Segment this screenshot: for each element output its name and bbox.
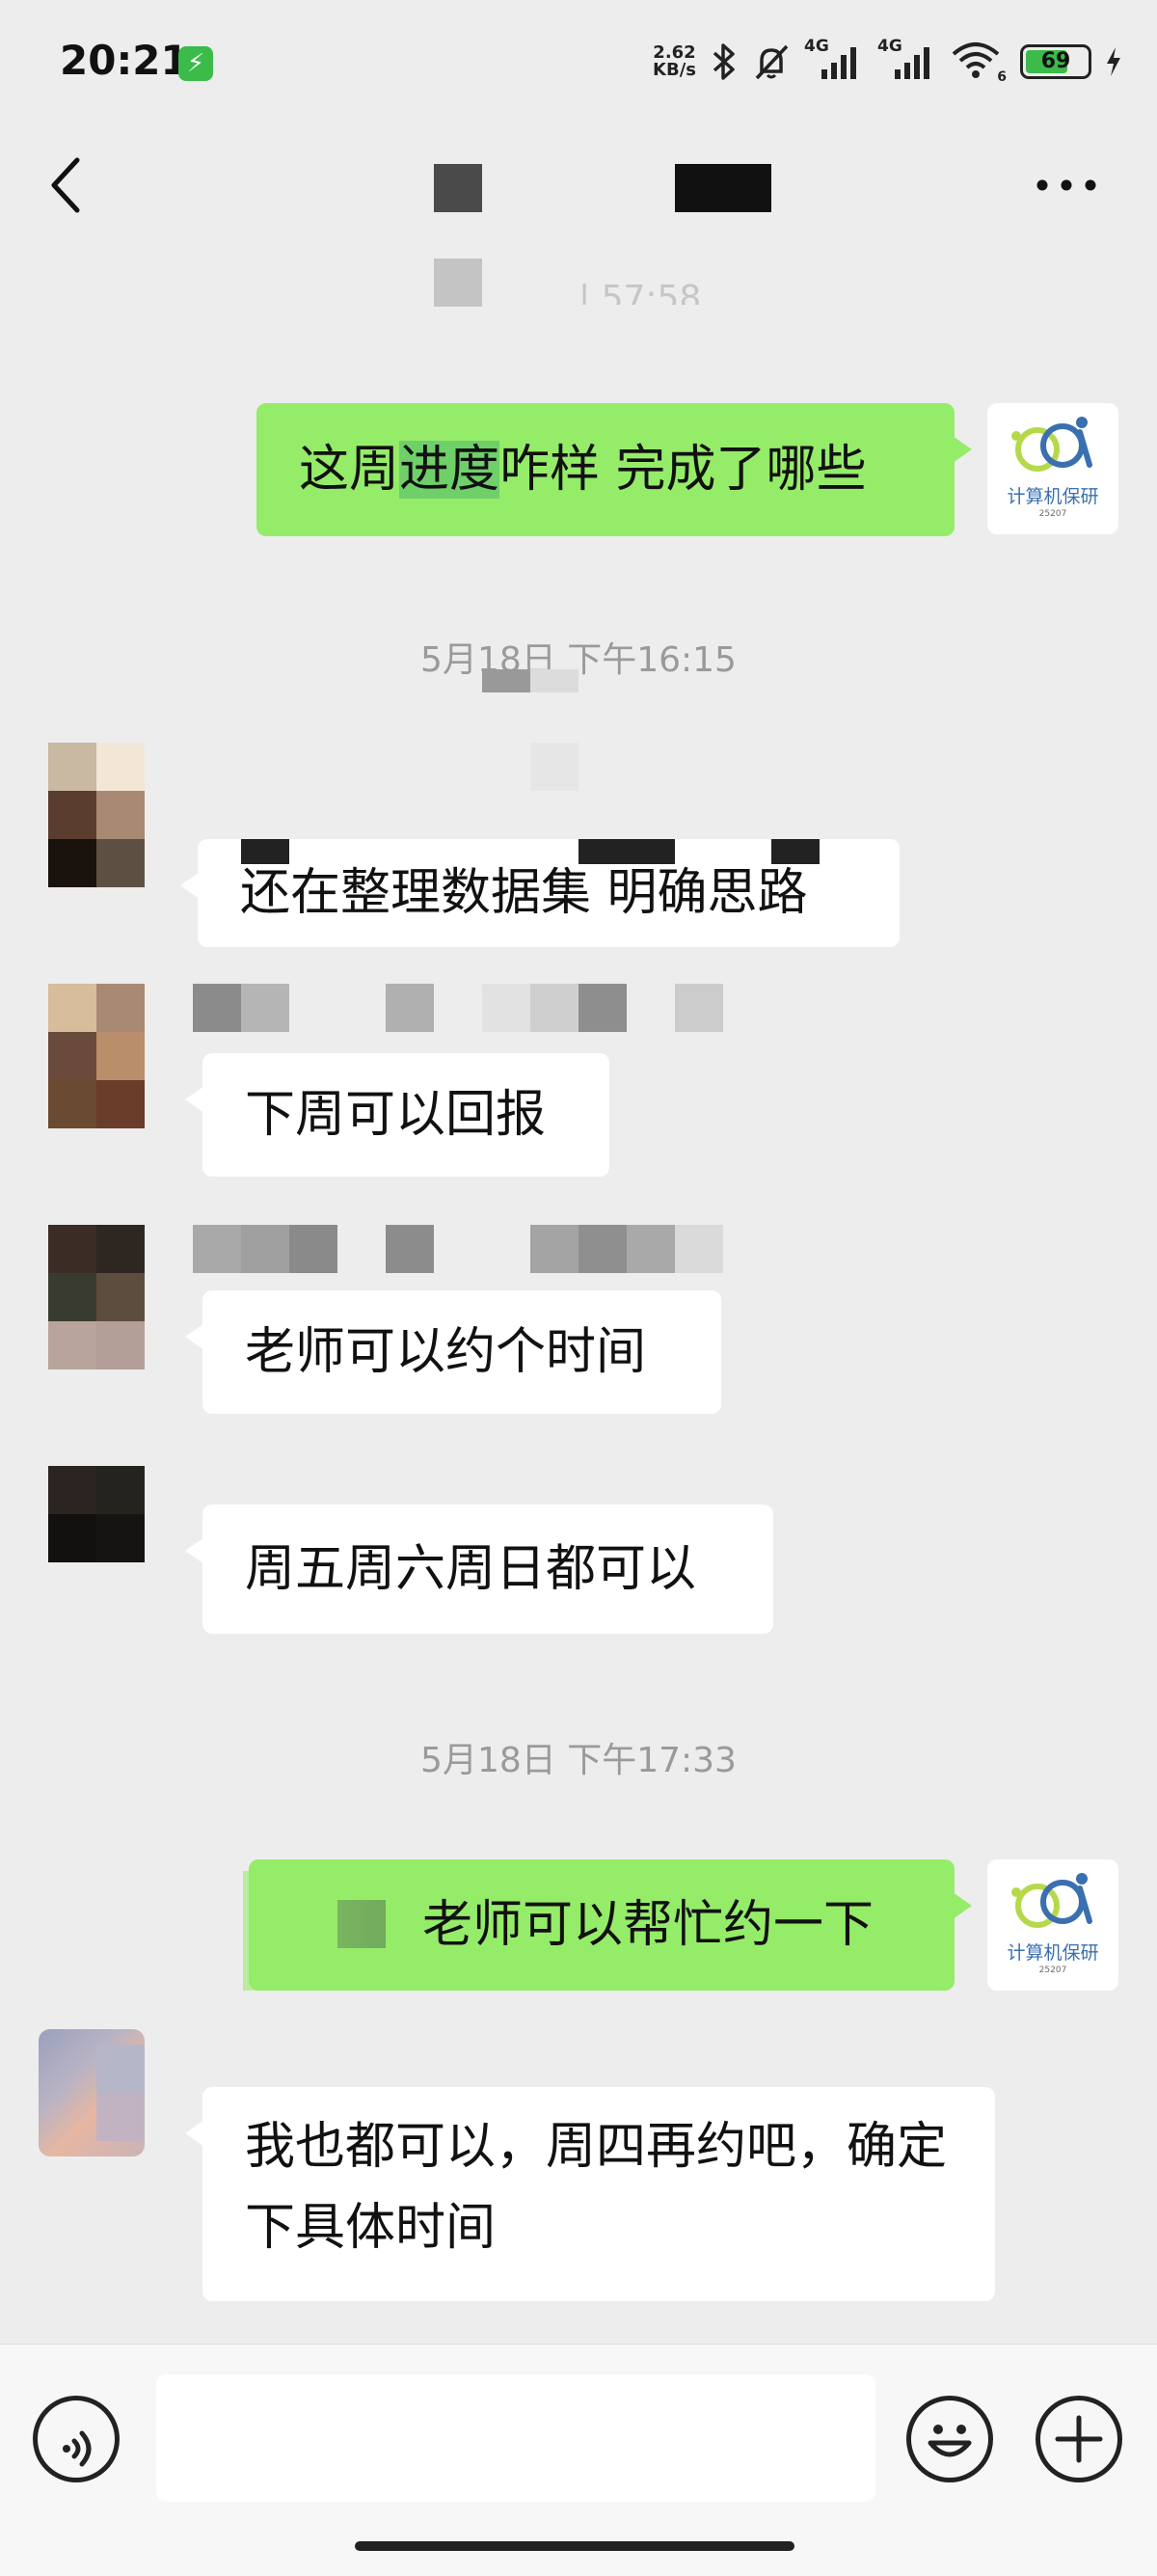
avatar[interactable]: [48, 743, 145, 887]
avatar[interactable]: [48, 1225, 145, 1369]
message-redaction: [241, 839, 289, 864]
voice-icon: [63, 2430, 92, 2467]
message-received[interactable]: 我也都可以，周四再约吧，确定下具体时间: [185, 2087, 995, 2301]
ellipsis-icon[interactable]: [1036, 176, 1097, 194]
message-redaction: [243, 1871, 436, 1991]
emoji-button[interactable]: [906, 2396, 993, 2482]
message-redaction: [578, 839, 675, 864]
message-received[interactable]: 老师可以约个时间: [185, 1290, 721, 1414]
avatar[interactable]: [48, 984, 145, 1128]
timestamp: 5月18日 下午17:33: [420, 1741, 737, 1780]
plus-icon: [1055, 2415, 1103, 2463]
timestamp: 5月18日 下午16:15: [420, 640, 737, 680]
battery: 69: [1020, 44, 1091, 79]
plus-button[interactable]: [1036, 2396, 1122, 2482]
self-avatar-label: 计算机保研: [1007, 1942, 1099, 1964]
self-avatar-sub: 25207: [1038, 1966, 1067, 1975]
charging-bolt-icon: [1107, 47, 1120, 76]
signal-1: 4G: [804, 37, 864, 81]
emoji-icon: [928, 2425, 972, 2457]
message-text: 老师可以帮忙约一下: [422, 1896, 874, 1954]
signal-2: 4G: [877, 37, 937, 81]
avatar[interactable]: [48, 1466, 145, 1562]
message-text: 还在整理数据集 明确思路: [240, 864, 808, 922]
timestamp-redaction: [482, 669, 530, 692]
signal-bars-icon: [821, 47, 856, 79]
battery-level: 69: [1040, 49, 1071, 73]
self-avatar[interactable]: 计算机保研 25207: [987, 403, 1118, 534]
mute-bell-icon: [755, 44, 789, 80]
sender-name-redacted: [193, 1225, 723, 1273]
message-redaction: [771, 839, 820, 864]
logo-icon: [1011, 1873, 1092, 1928]
chat-title-redacted: [434, 164, 482, 212]
wifi-standard: 6: [997, 69, 1007, 85]
charging-icon: ⚡: [178, 46, 213, 81]
message-input[interactable]: [156, 2374, 875, 2502]
message-text: 下周可以回报: [245, 1086, 547, 1144]
wifi-icon: [952, 42, 1000, 78]
chevron-left-icon[interactable]: [46, 154, 85, 216]
partial-timestamp: | 57:58: [578, 280, 702, 305]
self-avatar-sub: 25207: [1038, 509, 1067, 519]
self-avatar-label: 计算机保研: [1007, 486, 1099, 507]
avatar[interactable]: [39, 2029, 145, 2156]
signal-bars-icon: [895, 47, 929, 79]
message-text: 老师可以约个时间: [245, 1323, 647, 1381]
network-speed-unit: KB/s: [653, 60, 696, 80]
message-sent[interactable]: 这周进度咋样 完成了哪些: [256, 403, 972, 536]
wifi: 6: [951, 41, 1007, 85]
message-received[interactable]: 下周可以回报: [185, 1053, 609, 1177]
sender-name-redacted: [530, 743, 578, 791]
home-indicator[interactable]: [355, 2541, 794, 2551]
logo-icon: [1011, 417, 1092, 472]
bluetooth-icon: [713, 43, 735, 80]
message-highlight: 进度: [399, 441, 500, 499]
network-speed: 2.62 KB/s: [653, 44, 696, 79]
status-icons: 2.62 KB/s 4G 4G 6 69: [653, 37, 1122, 85]
chat-subtitle-redacted: [434, 258, 482, 307]
chat-title-redacted: [675, 164, 771, 212]
status-bar: 20:21 ⚡ 2.62 KB/s 4G 4G 6 69: [0, 0, 1157, 125]
self-avatar[interactable]: 计算机保研 25207: [987, 1859, 1118, 1991]
status-time: 20:21: [60, 37, 189, 84]
voice-button[interactable]: [33, 2396, 120, 2482]
message-text: 我也都可以，周四再约吧，确定下具体时间: [245, 2118, 948, 2257]
message-text: 这周: [299, 441, 400, 499]
message-text: 咋样 完成了哪些: [499, 441, 867, 499]
timestamp-redaction: [530, 669, 578, 692]
chat-header: [0, 125, 1157, 270]
message-received[interactable]: 周五周六周日都可以: [185, 1505, 773, 1634]
message-text: 周五周六周日都可以: [245, 1540, 697, 1598]
sender-name-redacted: [193, 984, 723, 1032]
